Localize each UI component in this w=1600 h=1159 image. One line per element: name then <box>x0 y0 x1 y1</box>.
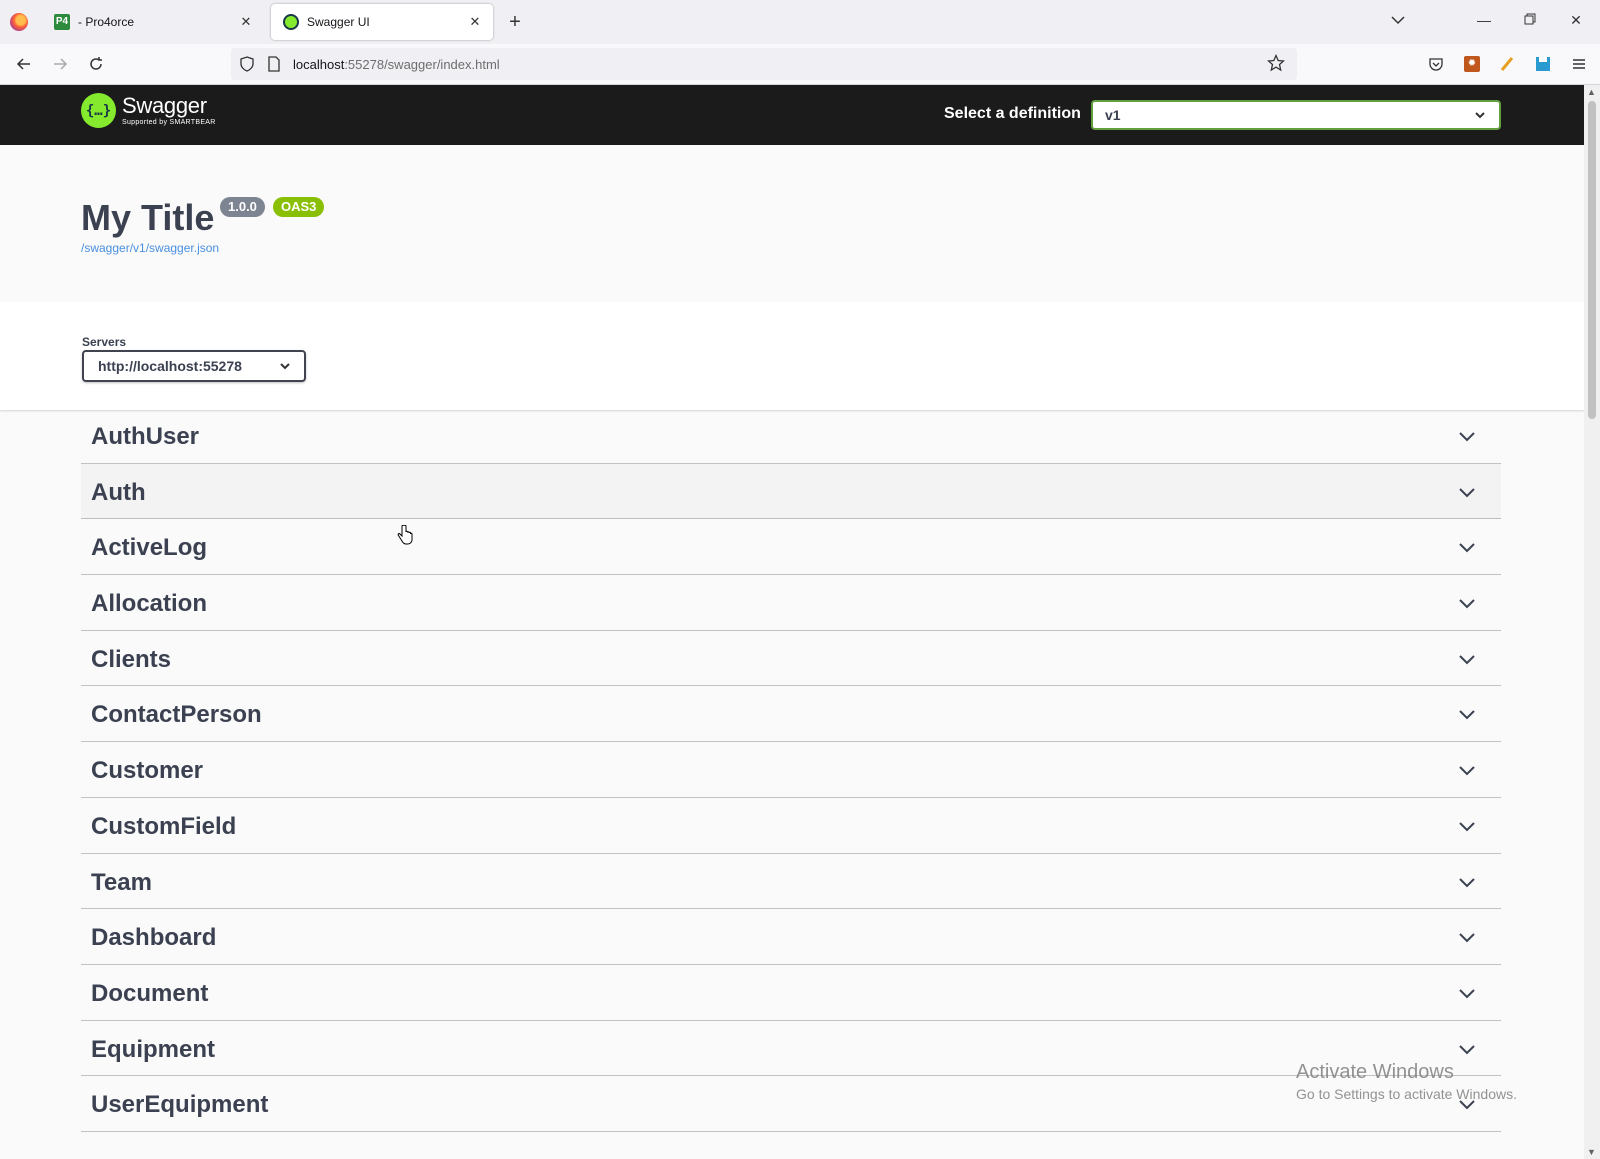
tag-section-document[interactable]: Document <box>81 965 1501 1021</box>
swagger-favicon-icon <box>283 14 299 30</box>
bookmark-star-icon[interactable] <box>1266 53 1286 77</box>
tag-section-allocation[interactable]: Allocation <box>81 575 1501 631</box>
close-tab-icon[interactable]: ✕ <box>463 14 487 30</box>
tag-section-customer[interactable]: Customer <box>81 742 1501 798</box>
tag-section-userequipment[interactable]: UserEquipment <box>81 1076 1501 1132</box>
tag-section-customfield[interactable]: CustomField <box>81 798 1501 854</box>
tag-name: ActiveLog <box>91 534 208 562</box>
scroll-down-icon[interactable]: ▼ <box>1587 1147 1596 1157</box>
url-path: :55278/swagger/index.html <box>344 57 500 72</box>
chevron-down-icon[interactable] <box>1457 594 1477 619</box>
swagger-logo[interactable]: {…} Swagger Supported by SMARTBEAR <box>81 93 216 128</box>
forward-icon[interactable] <box>48 52 72 76</box>
tag-section-auth[interactable]: Auth <box>81 463 1501 520</box>
tag-section-team[interactable]: Team <box>81 854 1501 910</box>
tag-section-clients[interactable]: Clients <box>81 631 1501 687</box>
swagger-brand-sub: Supported by SMARTBEAR <box>122 119 216 126</box>
firefox-icon[interactable] <box>10 13 28 31</box>
chevron-down-icon[interactable] <box>1457 817 1477 842</box>
tag-name: Allocation <box>91 590 208 618</box>
servers-label: Servers <box>82 335 127 349</box>
browser-tab-bar: P4 - Pro4orce ✕ Swagger UI ✕ + — ✕ <box>0 0 1600 44</box>
url-host: localhost <box>293 57 345 72</box>
tag-list: AuthUser Auth ActiveLog Allocation Clien… <box>81 408 1501 1132</box>
close-window-icon[interactable]: ✕ <box>1566 12 1586 32</box>
chevron-down-icon[interactable] <box>1457 538 1477 563</box>
scrollbar-thumb[interactable] <box>1588 101 1596 419</box>
api-info: My Title 1.0.0 OAS3 /swagger/v1/swagger.… <box>0 145 1584 302</box>
chevron-down-icon[interactable] <box>1457 984 1477 1009</box>
menu-icon[interactable] <box>1568 53 1590 75</box>
tag-name: Equipment <box>91 1035 215 1063</box>
extension-icon[interactable]: ✹ <box>1461 53 1483 75</box>
new-tab-button[interactable]: + <box>503 10 527 34</box>
chevron-down-icon <box>278 359 292 376</box>
tag-name: Document <box>91 979 209 1007</box>
pro4orce-favicon-icon: P4 <box>54 14 70 30</box>
swagger-page: {…} Swagger Supported by SMARTBEAR Selec… <box>0 85 1584 1159</box>
chevron-down-icon <box>1473 108 1487 125</box>
reload-icon[interactable] <box>84 52 108 76</box>
tag-name: AuthUser <box>91 423 200 450</box>
back-icon[interactable] <box>12 52 36 76</box>
servers-section: Servers http://localhost:55278 <box>0 302 1584 410</box>
chevron-down-icon[interactable] <box>1457 1095 1477 1120</box>
tag-name: Clients <box>91 645 172 673</box>
tag-name: Customer <box>91 757 204 785</box>
list-all-tabs-icon[interactable] <box>1390 12 1406 33</box>
swagger-topbar: {…} Swagger Supported by SMARTBEAR Selec… <box>0 85 1584 145</box>
scroll-up-icon[interactable]: ▲ <box>1587 87 1596 97</box>
brush-extension-icon[interactable] <box>1496 53 1518 75</box>
close-tab-icon[interactable]: ✕ <box>234 14 258 30</box>
tag-section-dashboard[interactable]: Dashboard <box>81 909 1501 965</box>
chevron-down-icon[interactable] <box>1457 427 1477 452</box>
address-bar[interactable]: localhost:55278/swagger/index.html <box>231 48 1297 80</box>
tab-title: Swagger UI <box>307 15 370 29</box>
page-info-icon[interactable] <box>267 56 281 77</box>
api-title: My Title <box>81 197 215 238</box>
tab-swagger-ui[interactable]: Swagger UI ✕ <box>271 4 493 40</box>
version-badge: 1.0.0 <box>220 197 265 217</box>
minimize-icon[interactable]: — <box>1474 12 1494 32</box>
tag-name: ContactPerson <box>91 701 262 729</box>
save-extension-icon[interactable] <box>1532 53 1554 75</box>
swagger-logo-icon: {…} <box>81 93 116 128</box>
browser-nav-bar: localhost:55278/swagger/index.html ✹ <box>0 44 1600 85</box>
chevron-down-icon[interactable] <box>1457 650 1477 675</box>
definition-label: Select a definition <box>944 105 1081 122</box>
swagger-brand-text: Swagger <box>122 93 207 118</box>
chevron-down-icon[interactable] <box>1457 1040 1477 1065</box>
shield-icon[interactable] <box>239 56 255 77</box>
tag-section-authuser[interactable]: AuthUser <box>81 408 1501 464</box>
chevron-down-icon[interactable] <box>1457 761 1477 786</box>
server-value: http://localhost:55278 <box>98 358 242 374</box>
server-select[interactable]: http://localhost:55278 <box>82 350 306 382</box>
url-text[interactable]: localhost:55278/swagger/index.html <box>293 57 500 72</box>
chevron-down-icon[interactable] <box>1457 483 1477 508</box>
oas-badge: OAS3 <box>273 197 325 217</box>
chevron-down-icon[interactable] <box>1457 705 1477 730</box>
tag-name: CustomField <box>91 812 237 840</box>
page-scrollbar[interactable]: ▲ ▼ <box>1584 85 1600 1159</box>
hand-cursor-icon <box>397 524 413 550</box>
definition-value: v1 <box>1105 107 1121 123</box>
tag-name: Dashboard <box>91 924 217 952</box>
pocket-icon[interactable] <box>1425 53 1447 75</box>
chevron-down-icon[interactable] <box>1457 873 1477 898</box>
tag-section-activelog[interactable]: ActiveLog <box>81 519 1501 576</box>
tag-section-contactperson[interactable]: ContactPerson <box>81 686 1501 743</box>
tab-pro4orce[interactable]: P4 - Pro4orce ✕ <box>42 4 264 40</box>
tag-name: Team <box>91 868 152 896</box>
tag-name: Auth <box>91 478 146 506</box>
tag-name: UserEquipment <box>91 1091 269 1119</box>
tag-section-equipment[interactable]: Equipment <box>81 1021 1501 1077</box>
spec-url-link[interactable]: /swagger/v1/swagger.json <box>81 241 219 255</box>
restore-icon[interactable] <box>1520 12 1540 32</box>
definition-select[interactable]: v1 <box>1091 100 1501 130</box>
tab-title: - Pro4orce <box>78 15 135 29</box>
chevron-down-icon[interactable] <box>1457 928 1477 953</box>
